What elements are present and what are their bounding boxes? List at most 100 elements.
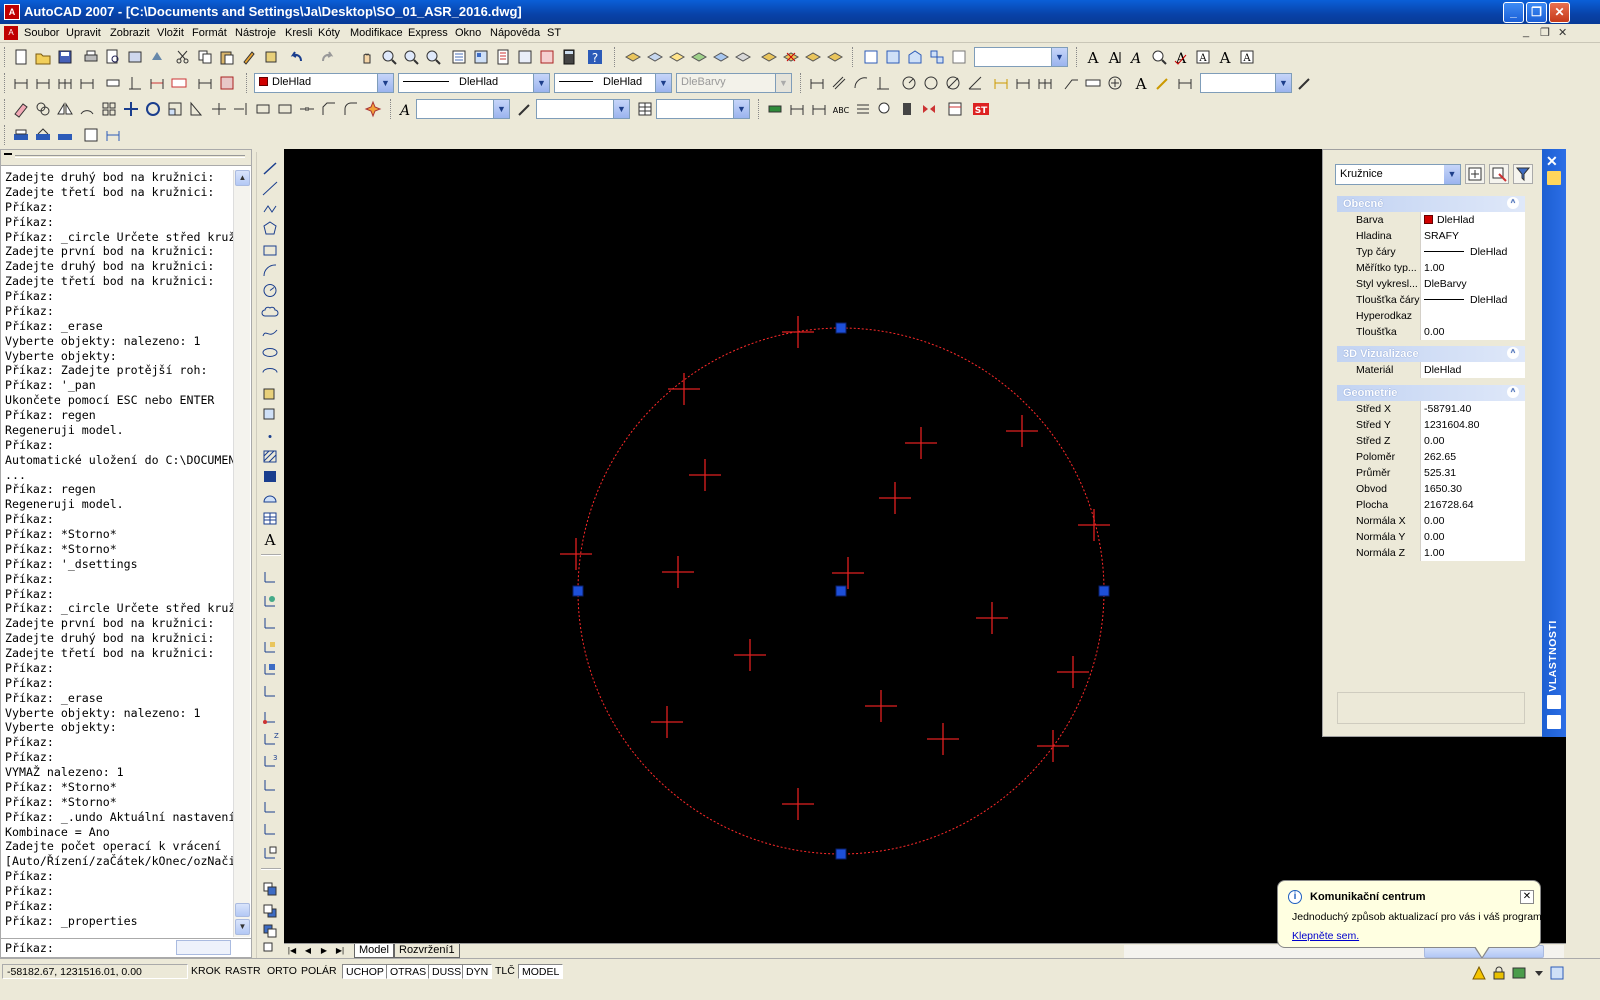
- warning-tray-icon[interactable]: [1472, 965, 1486, 980]
- construction-line-icon[interactable]: [261, 180, 279, 197]
- ucs-object-icon[interactable]: [261, 660, 279, 677]
- point-cross[interactable]: [927, 723, 959, 755]
- dim-diameter-icon[interactable]: [944, 74, 962, 92]
- point-cross[interactable]: [782, 316, 814, 348]
- balloon-close-button[interactable]: ✕: [1520, 890, 1534, 904]
- close-button[interactable]: ✕: [1549, 2, 1570, 23]
- revision-cloud-icon[interactable]: [261, 304, 279, 321]
- quick-dim-icon[interactable]: [992, 74, 1010, 92]
- menu-format[interactable]: Formát: [192, 27, 227, 39]
- point-cross[interactable]: [560, 538, 592, 570]
- markup-icon[interactable]: [538, 48, 556, 66]
- sheet-set-icon[interactable]: [516, 48, 534, 66]
- menu-kresli[interactable]: Kresli: [285, 27, 313, 39]
- dim-edit-icon[interactable]: [148, 74, 166, 92]
- 3d-dwf-icon[interactable]: [148, 48, 166, 66]
- ucs-previous-icon[interactable]: [261, 614, 279, 631]
- property-row[interactable]: Měřítko typ... 1.00: [1353, 260, 1525, 276]
- mirror-icon[interactable]: [56, 100, 74, 118]
- zoom-previous-icon[interactable]: [424, 48, 442, 66]
- clip-viewport-icon[interactable]: [950, 48, 968, 66]
- dim-ordinate2-icon[interactable]: [874, 74, 892, 92]
- property-value[interactable]: 0.00: [1421, 324, 1525, 340]
- dim-update-icon[interactable]: [218, 74, 236, 92]
- convert-viewport-icon[interactable]: [928, 48, 946, 66]
- property-row[interactable]: Normála Z 1.00: [1353, 545, 1525, 561]
- property-value[interactable]: DleHlad: [1421, 292, 1525, 308]
- quick-leader-icon[interactable]: [1062, 74, 1080, 92]
- properties-icon[interactable]: [450, 48, 468, 66]
- cut-icon[interactable]: [174, 48, 192, 66]
- join-icon[interactable]: [298, 100, 316, 118]
- status-toggle-model[interactable]: MODEL: [518, 964, 564, 979]
- property-row[interactable]: Střed Y 1231604.80: [1353, 417, 1525, 433]
- copy-icon[interactable]: [196, 48, 214, 66]
- draworder-front-icon[interactable]: [12, 126, 30, 144]
- toolbar-grip[interactable]: [1076, 47, 1079, 67]
- dim-arc-icon[interactable]: [852, 74, 870, 92]
- dim-text-icon[interactable]: [170, 74, 188, 92]
- property-row[interactable]: Plocha 216728.64: [1353, 497, 1525, 513]
- explode-icon[interactable]: [364, 100, 382, 118]
- menu-express[interactable]: Express: [408, 27, 448, 39]
- ucs-x-icon[interactable]: [261, 776, 279, 793]
- publish-icon[interactable]: [126, 48, 144, 66]
- point-cross[interactable]: [1037, 730, 1069, 762]
- dim-style-icon[interactable]: [196, 74, 214, 92]
- property-value[interactable]: -58791.40: [1421, 401, 1525, 417]
- toolbar-grip[interactable]: [4, 47, 7, 67]
- point-cross[interactable]: [905, 427, 937, 459]
- properties-titlebar[interactable]: ✕ VLASTNOSTI: [1542, 149, 1566, 737]
- gradient-icon[interactable]: [261, 468, 279, 485]
- grip-handle[interactable]: [835, 322, 847, 334]
- property-value[interactable]: 0.00: [1421, 529, 1525, 545]
- arc-icon[interactable]: [261, 262, 279, 279]
- status-toggle-tlč[interactable]: TLČ: [492, 964, 518, 979]
- property-value[interactable]: 1.00: [1421, 545, 1525, 561]
- spell-icon[interactable]: ABC: [832, 100, 850, 118]
- status-toggle-rastr[interactable]: RASTR: [222, 964, 264, 979]
- hatch-icon[interactable]: [766, 100, 784, 118]
- dim-text-edit-icon[interactable]: [1154, 74, 1172, 92]
- spline-icon[interactable]: [261, 324, 279, 341]
- dim-style-combo[interactable]: ▼: [1200, 73, 1292, 93]
- ucs-icon[interactable]: [261, 568, 279, 585]
- mdi-restore-button[interactable]: ❐: [1540, 26, 1550, 39]
- dim-linear-3-icon[interactable]: [788, 100, 806, 118]
- open-file-icon[interactable]: [34, 48, 52, 66]
- move-icon[interactable]: [122, 100, 140, 118]
- point-icon[interactable]: [261, 428, 279, 445]
- point-cross[interactable]: [1006, 415, 1038, 447]
- break-at-point-icon[interactable]: [254, 100, 272, 118]
- dim-edit2-icon[interactable]: A: [1132, 74, 1150, 92]
- property-value[interactable]: [1421, 308, 1525, 324]
- dim-tolerance-icon[interactable]: [104, 74, 122, 92]
- layer-match-icon[interactable]: [690, 48, 708, 66]
- tool-palettes-icon[interactable]: [494, 48, 512, 66]
- quick-select-icon[interactable]: [1513, 164, 1533, 184]
- zoom-realtime-icon[interactable]: [380, 48, 398, 66]
- layer-previous-icon[interactable]: [646, 48, 664, 66]
- fillet-icon[interactable]: [342, 100, 360, 118]
- lineweight-control-combo[interactable]: DleHlad ▼: [554, 73, 672, 93]
- dim-break-icon[interactable]: [810, 100, 828, 118]
- tray-menu-icon[interactable]: [1532, 966, 1546, 980]
- edit-text-icon[interactable]: A: [1106, 48, 1124, 66]
- point-cross[interactable]: [668, 373, 700, 405]
- toolbar-grip[interactable]: [800, 73, 803, 93]
- flip-icon[interactable]: [920, 100, 938, 118]
- draworder-above2-icon[interactable]: [261, 922, 279, 939]
- dim-linear2-icon[interactable]: [808, 74, 826, 92]
- minimize-button[interactable]: _: [1503, 2, 1524, 23]
- zoom-object-icon[interactable]: [876, 100, 894, 118]
- offset-icon[interactable]: [78, 100, 96, 118]
- point-cross[interactable]: [689, 459, 721, 491]
- ucs-view-icon[interactable]: [261, 682, 279, 699]
- dim-style-manager-icon[interactable]: [1296, 74, 1314, 92]
- draworder-icon[interactable]: [261, 880, 279, 897]
- communication-center-tray-icon[interactable]: [1512, 966, 1526, 980]
- st-plugin-icon[interactable]: ST: [972, 100, 990, 118]
- dim-aligned2-icon[interactable]: [830, 74, 848, 92]
- palette-settings-icon[interactable]: [1547, 171, 1561, 185]
- palette-menu-icon[interactable]: [1547, 715, 1561, 729]
